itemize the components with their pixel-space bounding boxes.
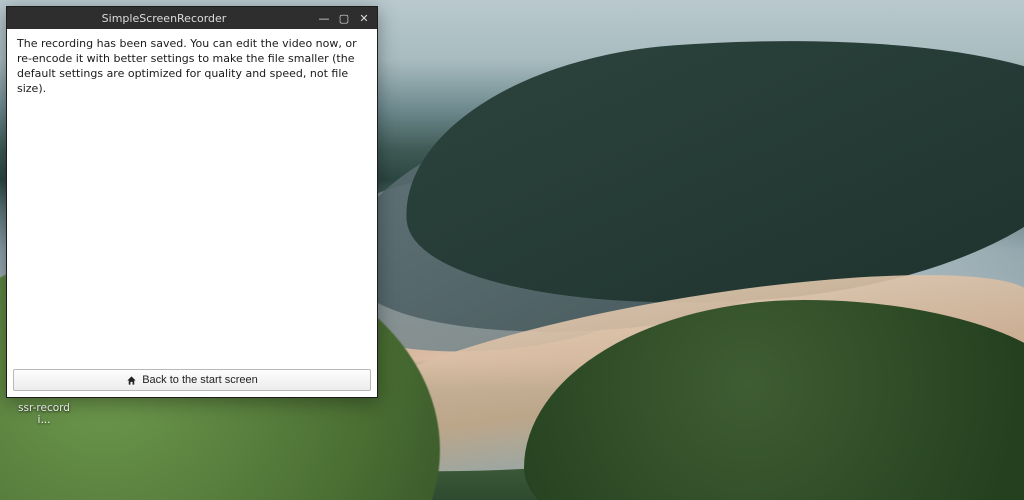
app-window: SimpleScreenRecorder — ▢ ✕ The recording… <box>6 6 378 398</box>
minimize-button[interactable]: — <box>315 10 333 26</box>
maximize-icon: ▢ <box>339 13 349 24</box>
desktop-file-icon[interactable]: ssr-recordi... <box>12 400 76 426</box>
close-icon: ✕ <box>359 13 368 24</box>
window-controls: — ▢ ✕ <box>315 10 373 26</box>
desktop-wallpaper: ssr-recordi... SimpleScreenRecorder — ▢ … <box>0 0 1024 500</box>
maximize-button[interactable]: ▢ <box>335 10 353 26</box>
desktop-file-label: ssr-recordi... <box>12 403 76 426</box>
window-title: SimpleScreenRecorder <box>13 12 315 25</box>
back-button-label: Back to the start screen <box>142 374 258 386</box>
close-button[interactable]: ✕ <box>355 10 373 26</box>
window-content: The recording has been saved. You can ed… <box>7 29 377 366</box>
window-titlebar[interactable]: SimpleScreenRecorder — ▢ ✕ <box>7 7 377 29</box>
window-footer: Back to the start screen <box>7 366 377 397</box>
back-to-start-button[interactable]: Back to the start screen <box>13 369 371 391</box>
content-spacer <box>17 96 367 360</box>
minimize-icon: — <box>319 13 330 24</box>
save-confirmation-text: The recording has been saved. You can ed… <box>17 37 367 96</box>
video-file-icon <box>24 400 64 401</box>
home-icon <box>126 375 137 386</box>
